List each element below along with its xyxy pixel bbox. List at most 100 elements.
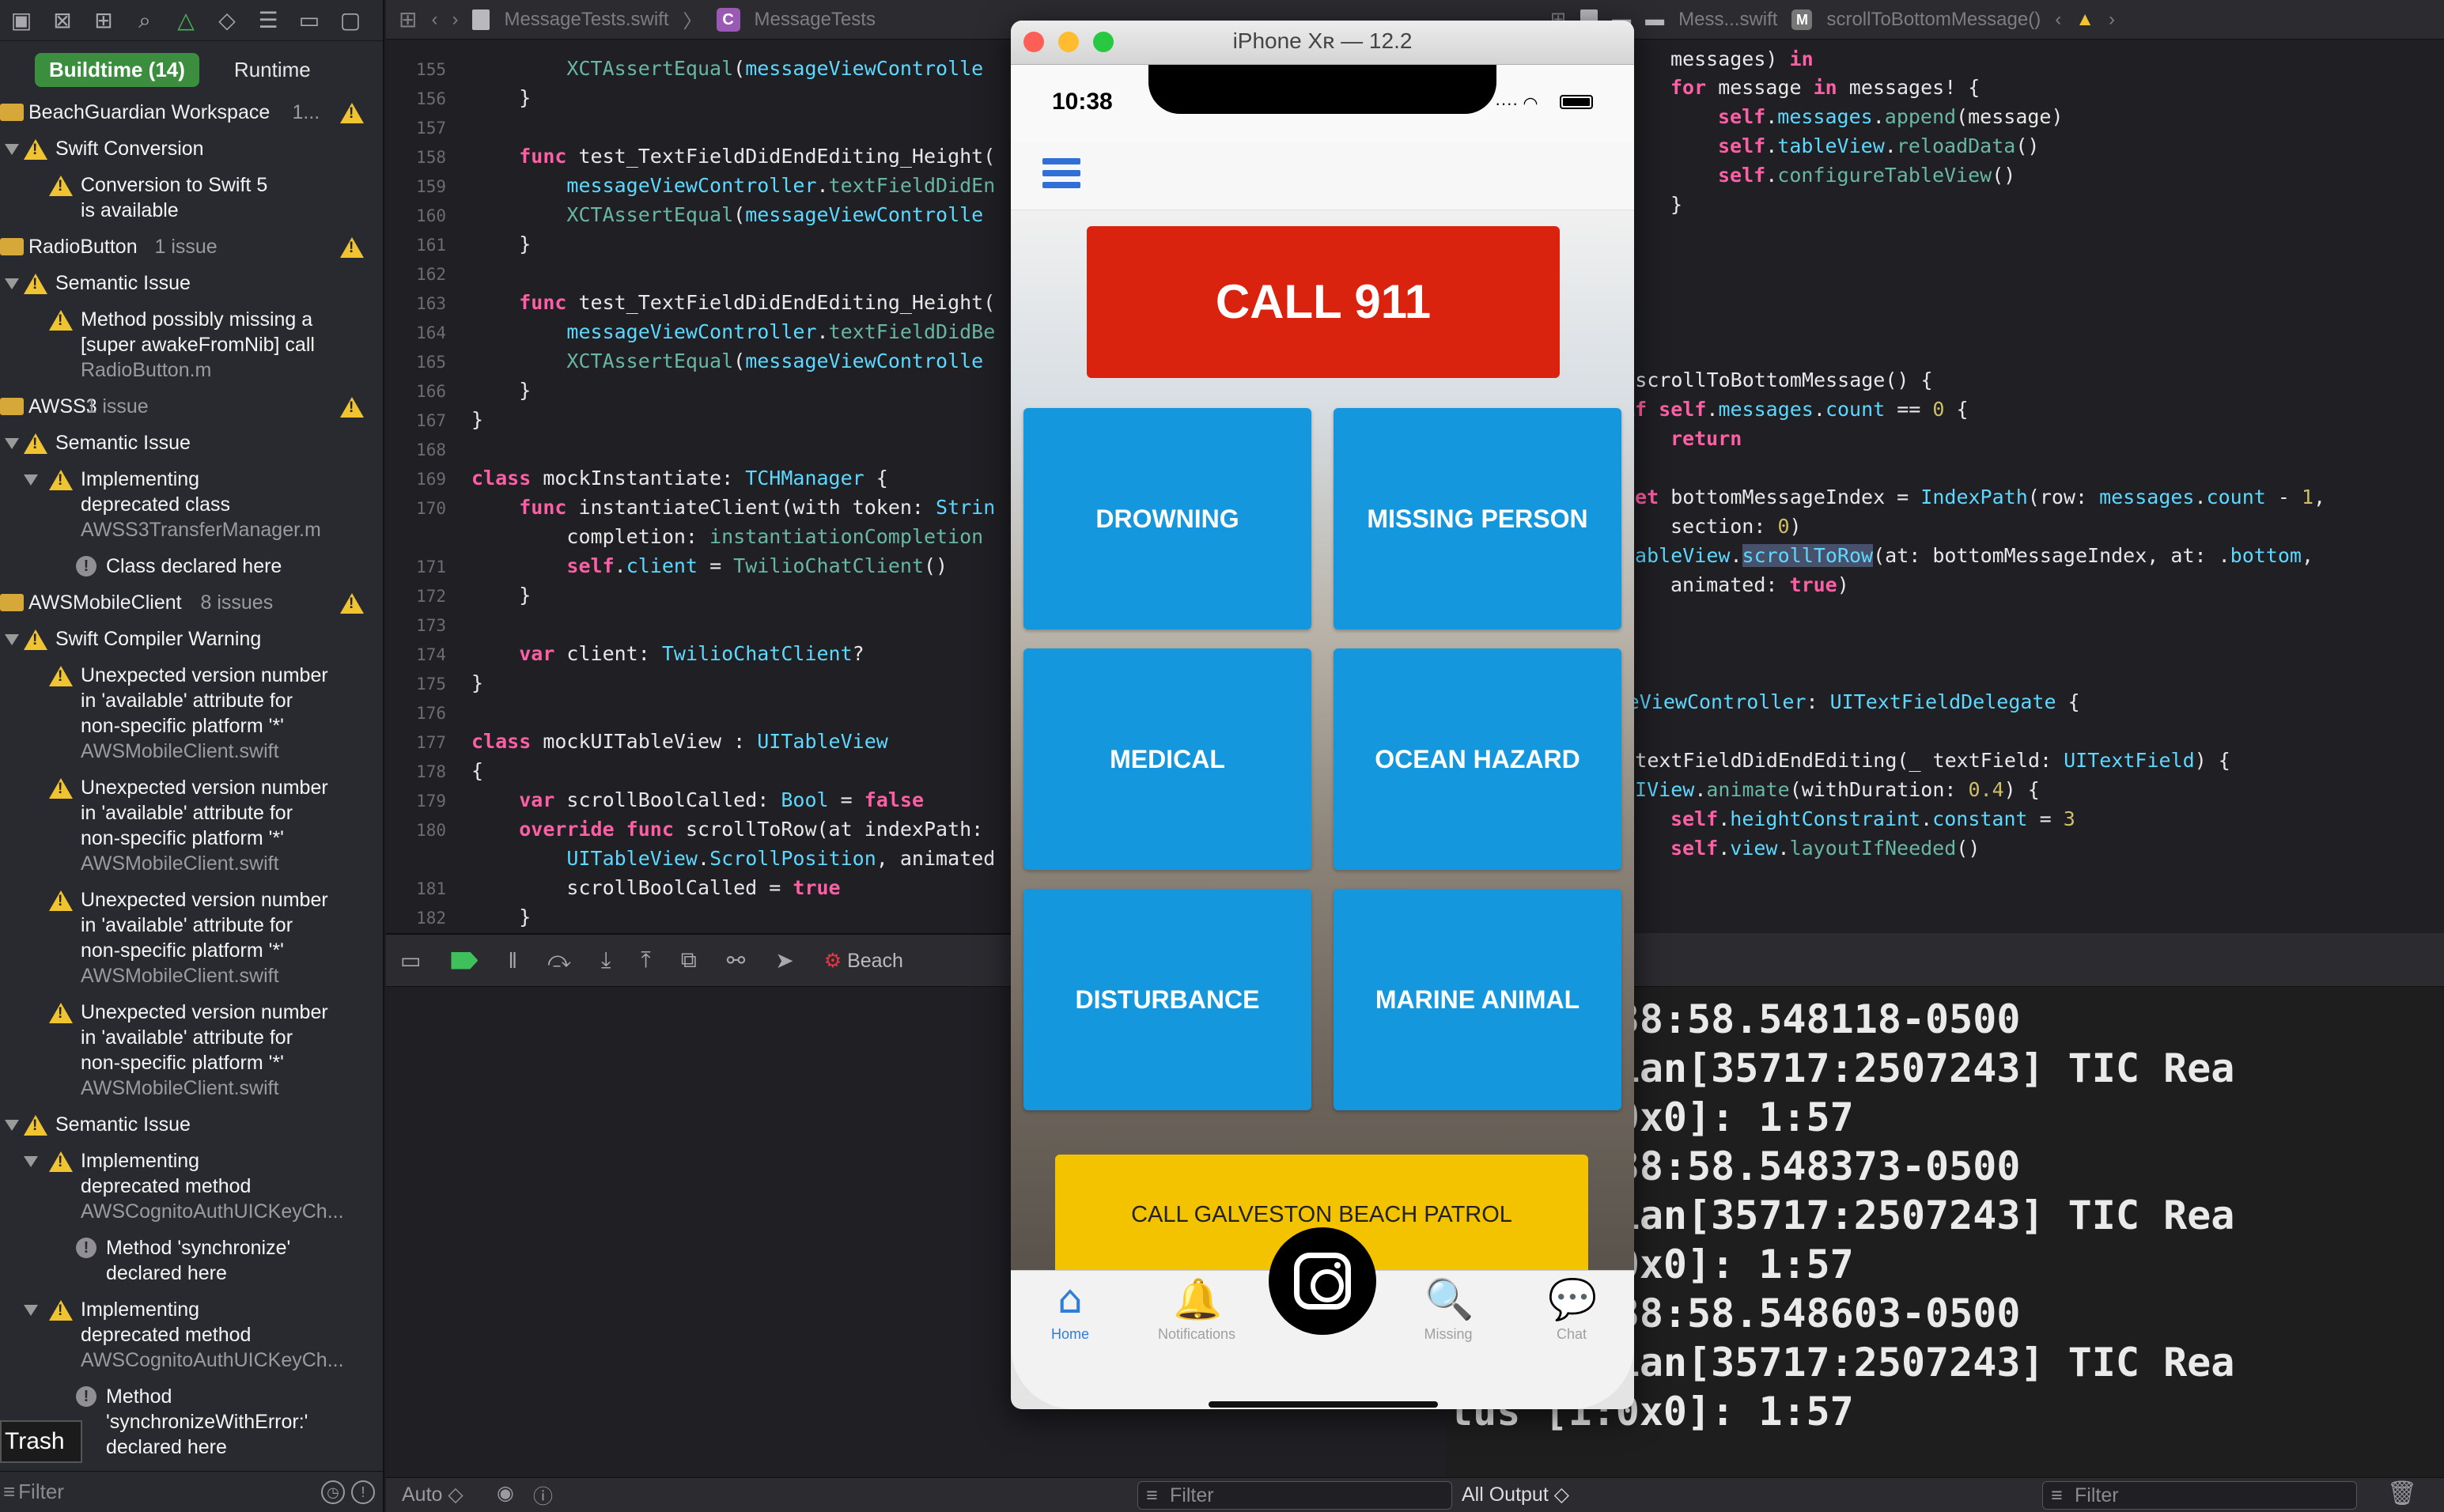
- test-navigator-icon[interactable]: ◇: [215, 8, 239, 32]
- group-title: Semantic Issue: [55, 1113, 191, 1136]
- drowning-button[interactable]: DROWNING: [1023, 408, 1311, 629]
- related-items-icon[interactable]: ⊞: [399, 6, 417, 32]
- code-token: .: [1872, 105, 1885, 128]
- marine-animal-button[interactable]: MARINE ANIMAL: [1334, 889, 1621, 1110]
- view-debugger-icon[interactable]: ⧉: [681, 947, 697, 973]
- back-icon[interactable]: ‹: [431, 9, 437, 31]
- forward-icon[interactable]: ›: [452, 9, 458, 31]
- warning-icon: [24, 1115, 47, 1136]
- debug-navigator-icon[interactable]: ☰: [256, 8, 280, 32]
- navigator-filter[interactable]: ≡ Filter ◷ !: [0, 1471, 383, 1512]
- code-token: TwilioChatClient: [733, 554, 924, 577]
- filter-input[interactable]: Filter: [18, 1480, 64, 1504]
- code-token: (at: bottomMessageIndex, at: .: [1873, 544, 2230, 567]
- disclosure-icon[interactable]: [5, 438, 19, 449]
- disclosure-icon[interactable]: [5, 278, 19, 289]
- disclosure-icon[interactable]: [24, 474, 38, 486]
- trash-icon[interactable]: 🗑: [2387, 1480, 2417, 1507]
- code-line: XCTAssertEqual(messageViewControlle: [471, 57, 983, 80]
- disclosure-icon[interactable]: [24, 1305, 38, 1316]
- breadcrumb-class[interactable]: MessageTests: [755, 9, 876, 31]
- hide-debug-area-icon[interactable]: ▭: [400, 947, 421, 973]
- tab-runtime[interactable]: Runtime: [220, 53, 325, 87]
- note-message: Method: [106, 1385, 172, 1408]
- pause-icon[interactable]: ‖: [508, 948, 517, 973]
- project-name: AWSMobileClient: [28, 592, 182, 614]
- breakpoints-toggle-icon[interactable]: [451, 951, 479, 970]
- location-icon[interactable]: ➤: [775, 947, 793, 973]
- find-navigator-icon[interactable]: ⌕: [133, 8, 157, 32]
- step-out-icon[interactable]: ⤒: [641, 947, 650, 973]
- warning-icon[interactable]: ▲: [2075, 9, 2094, 31]
- issue-row-project[interactable]: BeachGuardian Workspace 1...: [0, 100, 383, 131]
- code-token: animated:: [1670, 573, 1790, 596]
- camera-button[interactable]: [1269, 1227, 1376, 1335]
- disturbance-button[interactable]: DISTURBANCE: [1023, 889, 1311, 1110]
- report-navigator-icon[interactable]: ▢: [339, 8, 362, 32]
- camera-icon: [1294, 1253, 1351, 1310]
- issue-row-project[interactable]: AWSS3 1 issue: [0, 394, 383, 425]
- breakpoint-navigator-icon[interactable]: ▭: [297, 8, 321, 32]
- code-token: view: [1730, 837, 1778, 860]
- project-navigator-icon[interactable]: ▣: [9, 8, 33, 32]
- auto-variables-select[interactable]: Auto ◇: [402, 1483, 463, 1506]
- code-line: self.heightConstraint.constant = 3: [1670, 807, 2075, 830]
- call-911-button[interactable]: CALL 911: [1087, 226, 1560, 378]
- recent-filter-icon[interactable]: ◷: [321, 1480, 345, 1504]
- disclosure-icon[interactable]: [5, 634, 19, 645]
- step-over-icon[interactable]: ⤼: [547, 947, 571, 973]
- code-token: test_TextFieldDidEndEditing_Height(: [566, 291, 996, 314]
- line-number: 161: [416, 236, 446, 255]
- issue-filter-icon[interactable]: !: [351, 1480, 375, 1504]
- code-token: ,: [2301, 544, 2314, 567]
- code-token: (: [733, 350, 746, 372]
- symbol-navigator-icon[interactable]: ⊞: [92, 8, 115, 32]
- tab-notifications[interactable]: 🔔 Notifications: [1137, 1271, 1256, 1343]
- output-select[interactable]: All Output ◇: [1462, 1483, 1569, 1506]
- variables-filter[interactable]: Filter: [1137, 1481, 1452, 1510]
- issue-row-project[interactable]: RadioButton 1 issue: [0, 234, 383, 266]
- missing-person-button[interactable]: MISSING PERSON: [1334, 408, 1621, 629]
- breadcrumb-method[interactable]: scrollToBottomMessage(): [1826, 9, 2041, 31]
- step-into-icon[interactable]: ⤓: [601, 947, 611, 973]
- tab-chat[interactable]: 💬 Chat: [1512, 1271, 1631, 1343]
- code-token: }: [471, 905, 532, 928]
- project-name: BeachGuardian Workspace: [28, 101, 271, 123]
- code-line: self.tableView.reloadData(): [1718, 134, 2039, 157]
- tab-home[interactable]: ⌂ Home: [1011, 1271, 1129, 1343]
- prev-issue-icon[interactable]: ‹: [2055, 9, 2061, 31]
- source-control-icon[interactable]: ⊠: [51, 8, 74, 32]
- code-token: =: [698, 554, 734, 577]
- eye-icon[interactable]: ◉: [497, 1481, 514, 1505]
- code-token: -: [2265, 486, 2302, 508]
- line-number: 177: [416, 733, 446, 752]
- code-token: completion:: [471, 525, 710, 548]
- issue-message: Unexpected version number: [81, 777, 328, 799]
- console-filter[interactable]: Filter: [2042, 1481, 2357, 1510]
- disclosure-icon[interactable]: [5, 1120, 19, 1131]
- issue-row-project[interactable]: AWSMobileClient 8 issues: [0, 590, 383, 622]
- ocean-hazard-button[interactable]: OCEAN HAZARD: [1334, 648, 1621, 870]
- disclosure-icon[interactable]: [5, 144, 19, 155]
- tab-missing[interactable]: 🔍 Missing: [1389, 1271, 1508, 1343]
- issue-navigator-icon[interactable]: △: [174, 8, 198, 32]
- info-icon[interactable]: ⓘ: [533, 1481, 553, 1510]
- issue-message: in 'available' attribute for: [81, 802, 293, 824]
- issue-file: AWSCognitoAuthUICKeyCh...: [81, 1200, 344, 1223]
- memory-graph-icon[interactable]: ⚯: [727, 947, 745, 973]
- disclosure-icon[interactable]: [24, 1156, 38, 1167]
- breadcrumb-file[interactable]: MessageTests.swift: [504, 9, 668, 31]
- breadcrumb-file[interactable]: Mess...swift: [1678, 9, 1777, 31]
- tab-notifications-label: Notifications: [1157, 1326, 1236, 1342]
- code-token: client: [626, 554, 698, 577]
- menu-icon[interactable]: [1042, 158, 1080, 196]
- next-issue-icon[interactable]: ›: [2109, 9, 2115, 31]
- code-token: , animated: [876, 847, 996, 870]
- tab-buildtime[interactable]: Buildtime (14): [35, 52, 199, 87]
- navigator-toolbar: ▣ ⊠ ⊞ ⌕ △ ◇ ☰ ▭ ▢: [0, 0, 383, 41]
- medical-button[interactable]: MEDICAL: [1023, 648, 1311, 870]
- scheme-icon: ⚙: [823, 949, 842, 972]
- code-token: .: [1765, 134, 1778, 157]
